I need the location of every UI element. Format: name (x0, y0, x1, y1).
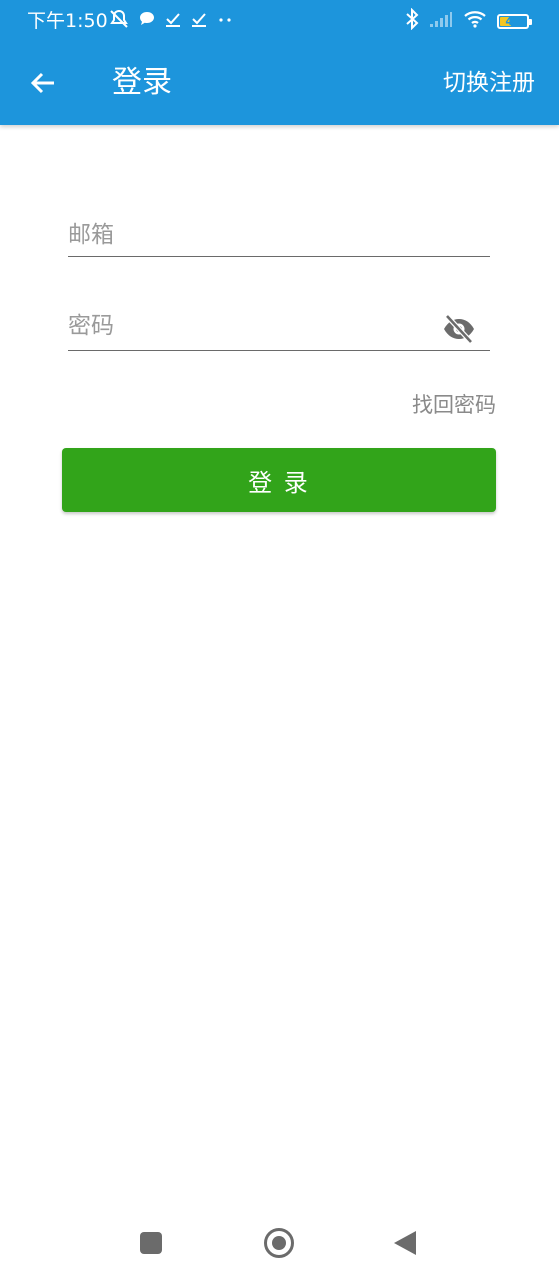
battery-level: 42 (505, 14, 521, 28)
password-field (68, 310, 490, 351)
status-bar: 下午1:50 42 (0, 0, 559, 42)
battery-cap (529, 18, 532, 25)
arrow-left-icon (30, 72, 54, 94)
back-triangle-icon[interactable] (394, 1231, 416, 1255)
home-icon[interactable] (264, 1228, 294, 1258)
download-done-icon (164, 10, 182, 32)
app-bar: 登录 切换注册 (0, 42, 559, 125)
email-input[interactable] (68, 222, 490, 248)
top-header: 下午1:50 42 登录 切换注册 (0, 0, 559, 125)
page-title: 登录 (112, 65, 172, 100)
bluetooth-icon (405, 7, 419, 34)
status-right-icons: 42 (405, 7, 532, 34)
battery-icon: 42 (497, 13, 532, 29)
login-button[interactable]: 登 录 (62, 448, 496, 512)
signal-icon (429, 10, 453, 32)
status-time: 下午1:50 (27, 10, 108, 32)
password-input[interactable] (68, 313, 428, 339)
back-button[interactable] (22, 62, 64, 104)
eye-off-icon (444, 314, 474, 344)
recent-apps-icon[interactable] (140, 1232, 162, 1254)
chat-bubble-icon (138, 10, 156, 32)
download-done-icon (190, 10, 208, 32)
wifi-icon (463, 10, 487, 32)
switch-register-button[interactable]: 切换注册 (443, 67, 535, 99)
forgot-password-link[interactable]: 找回密码 (412, 389, 496, 419)
more-dots-icon (216, 10, 234, 32)
status-left-icons (108, 9, 234, 33)
password-visibility-toggle[interactable] (440, 310, 478, 348)
mute-bell-icon (108, 9, 130, 33)
email-field (68, 222, 490, 257)
